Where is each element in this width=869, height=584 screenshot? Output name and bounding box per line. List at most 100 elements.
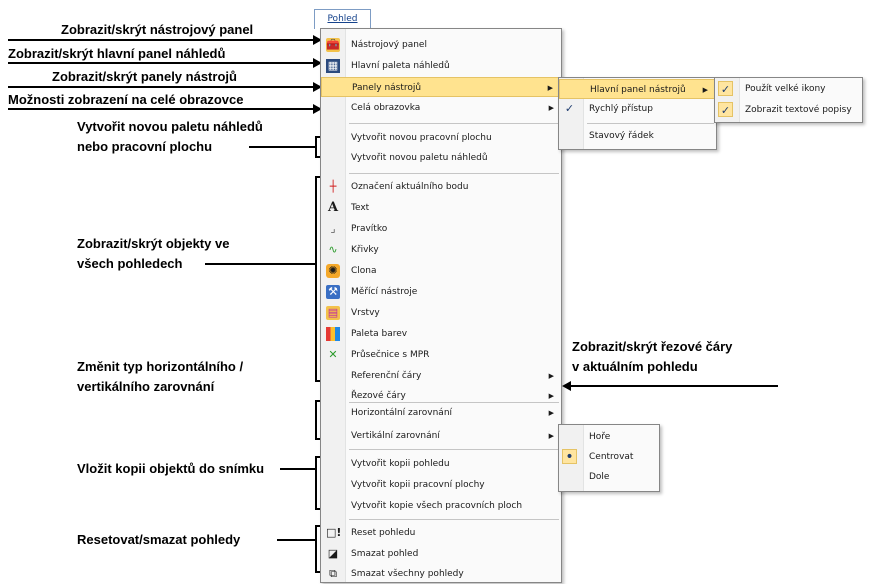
- callout-slice-lines-2: v aktuálním pohledu: [572, 359, 698, 374]
- menu-item-label: Text: [351, 203, 370, 213]
- menu-item-label: Zobrazit textové popisy: [745, 105, 852, 115]
- chevron-right-icon: ▶: [548, 104, 554, 112]
- menu-item-copy-view[interactable]: Vytvořit kopii pohledu: [321, 454, 561, 474]
- connector-objects: [205, 263, 317, 265]
- menu-item-label: Označení aktuálního bodu: [351, 182, 469, 192]
- checkmark-icon: ✓: [718, 81, 733, 96]
- toolbox-icon: 🧰: [326, 38, 340, 52]
- menu-item-fullscreen[interactable]: Celá obrazovka ▶: [321, 98, 561, 118]
- checkmark-icon: ✓: [718, 102, 733, 117]
- menu-item-color-palette[interactable]: Paleta barev: [321, 324, 561, 344]
- chevron-right-icon: ▶: [548, 432, 554, 440]
- thumbnails-icon: ▦: [326, 59, 340, 73]
- bracket-alignment: [315, 400, 317, 440]
- chevron-right-icon: ▶: [548, 372, 554, 380]
- menu-separator: [587, 123, 714, 124]
- menu-item-label: Hoře: [589, 432, 611, 442]
- menu-item-label: Křivky: [351, 245, 379, 255]
- ruler-icon: ⌟: [330, 222, 336, 235]
- toolbars-submenu: Hlavní panel nástrojů ▶ ✓ Rychlý přístup…: [558, 77, 717, 150]
- menu-item-align-bottom[interactable]: Dole: [559, 467, 659, 487]
- menu-item-copy-all-workspaces[interactable]: Vytvořit kopie všech pracovních ploch: [321, 496, 561, 516]
- callout-toolbars: Zobrazit/skrýt panely nástrojů: [52, 69, 237, 84]
- menu-item-ruler[interactable]: ⌟ Pravítko: [321, 219, 561, 239]
- menu-item-layers[interactable]: ▤ Vrstvy: [321, 303, 561, 323]
- menu-item-label: Pravítko: [351, 224, 388, 234]
- menu-item-horizontal-align[interactable]: Horizontální zarovnání ▶: [321, 403, 561, 423]
- menu-item-toolbars[interactable]: Panely nástrojů ▶: [321, 77, 561, 97]
- menu-item-status-bar[interactable]: Stavový řádek: [559, 126, 716, 146]
- radio-bullet-icon: •: [562, 449, 577, 465]
- vertical-align-submenu: Hoře • Centrovat Dole: [558, 424, 660, 492]
- connector-new-palette: [249, 146, 317, 148]
- menu-item-vertical-align[interactable]: Vertikální zarovnání ▶: [321, 426, 561, 446]
- menubar-tab-view[interactable]: Pohled: [314, 9, 371, 29]
- menu-item-delete-view[interactable]: ◪ Smazat pohled: [321, 544, 561, 564]
- menu-item-text[interactable]: A Text: [321, 198, 561, 218]
- arrowhead-slice-lines: [562, 381, 571, 391]
- layers-icon: ▤: [326, 306, 340, 320]
- menu-item-new-workspace[interactable]: Vytvořit novou pracovní plochu: [321, 128, 561, 148]
- menu-item-label: Rychlý přístup: [589, 104, 653, 114]
- menu-item-quick-access[interactable]: ✓ Rychlý přístup: [559, 99, 716, 119]
- menubar-tab-view-label: Pohled: [327, 14, 358, 24]
- callout-objects-1: Zobrazit/skrýt objekty ve: [77, 236, 230, 251]
- callout-new-palette-2: nebo pracovní plochu: [77, 139, 213, 154]
- palette-icon: [326, 327, 340, 341]
- menu-item-label: Dole: [589, 472, 610, 482]
- chevron-right-icon: ▶: [547, 84, 553, 92]
- view-menu: 🧰 Nástrojový panel ▦ Hlavní paleta náhle…: [320, 28, 562, 583]
- callout-new-palette-1: Vytvořit novou paletu náhledů: [77, 119, 263, 134]
- menu-item-thumbnail-palette[interactable]: ▦ Hlavní paleta náhledů: [321, 56, 561, 76]
- menu-separator: [349, 123, 559, 124]
- menu-separator: [349, 173, 559, 174]
- menu-item-text-labels[interactable]: ✓ Zobrazit textové popisy: [715, 100, 862, 120]
- curve-icon: ∿: [328, 243, 338, 256]
- menu-item-label: Průsečnice s MPR: [351, 350, 430, 360]
- menu-item-mpr-intersection[interactable]: ✕ Průsečnice s MPR: [321, 345, 561, 365]
- menu-item-label: Referenční čáry: [351, 371, 422, 381]
- menu-item-new-thumbnail-palette[interactable]: Vytvořit novou paletu náhledů: [321, 148, 561, 168]
- menu-item-align-center[interactable]: • Centrovat: [559, 447, 659, 467]
- main-toolbar-submenu: ✓ Použít velké ikony ✓ Zobrazit textové …: [714, 77, 863, 123]
- menu-item-align-top[interactable]: Hoře: [559, 427, 659, 447]
- menu-item-label: Reset pohledu: [351, 528, 416, 538]
- menu-item-main-toolbar[interactable]: Hlavní panel nástrojů ▶: [559, 79, 716, 99]
- bracket-new-palette: [315, 136, 317, 158]
- callout-slice-lines-1: Zobrazit/skrýt řezové čáry: [572, 339, 733, 354]
- text-icon: A: [327, 200, 339, 215]
- menu-item-reset-view[interactable]: □! Reset pohledu: [321, 523, 561, 543]
- callout-reset: Resetovat/smazat pohledy: [77, 532, 241, 547]
- menu-item-label: Vytvořit novou paletu náhledů: [351, 153, 488, 163]
- menu-item-toolbox-panel[interactable]: 🧰 Nástrojový panel: [321, 35, 561, 55]
- menu-item-label: Smazat pohled: [351, 549, 419, 559]
- menu-item-label: Smazat všechny pohledy: [351, 569, 464, 579]
- menu-item-copy-workspace[interactable]: Vytvořit kopii pracovní plochy: [321, 475, 561, 495]
- menu-item-label: Použít velké ikony: [745, 84, 826, 94]
- menu-item-large-icons[interactable]: ✓ Použít velké ikony: [715, 79, 862, 99]
- chevron-right-icon: ▶: [702, 86, 708, 94]
- connector-thumbnails: [8, 62, 316, 64]
- menu-item-reference-lines[interactable]: Referenční čáry ▶: [321, 366, 561, 386]
- reset-icon: □!: [326, 526, 342, 539]
- menu-item-delete-all-views[interactable]: ⧉ Smazat všechny pohledy: [321, 564, 561, 584]
- mpr-icon: ✕: [328, 348, 338, 361]
- chevron-right-icon: ▶: [548, 409, 554, 417]
- menu-item-label: Horizontální zarovnání: [351, 408, 453, 418]
- callout-alignment-2: vertikálního zarovnání: [77, 379, 215, 394]
- menu-item-label: Panely nástrojů: [352, 83, 422, 93]
- bracket-reset: [315, 525, 317, 573]
- menu-item-aperture[interactable]: ✺ Clona: [321, 261, 561, 281]
- menu-item-curves[interactable]: ∿ Křivky: [321, 240, 561, 260]
- menu-separator: [349, 449, 559, 450]
- callout-toolbox: Zobrazit/skrýt nástrojový panel: [61, 22, 254, 37]
- menu-item-label: Vytvořit novou pracovní plochu: [351, 133, 492, 143]
- menu-item-label: Vertikální zarovnání: [351, 431, 440, 441]
- menu-item-measure[interactable]: ⚒ Měřící nástroje: [321, 282, 561, 302]
- menu-item-label: Hlavní panel nástrojů: [590, 85, 686, 95]
- menu-item-current-point[interactable]: ┼ Označení aktuálního bodu: [321, 177, 561, 197]
- callout-objects-2: všech pohledech: [77, 256, 183, 271]
- menu-item-label: Paleta barev: [351, 329, 408, 339]
- connector-toolbox: [8, 39, 316, 41]
- connector-slice-lines: [570, 385, 778, 387]
